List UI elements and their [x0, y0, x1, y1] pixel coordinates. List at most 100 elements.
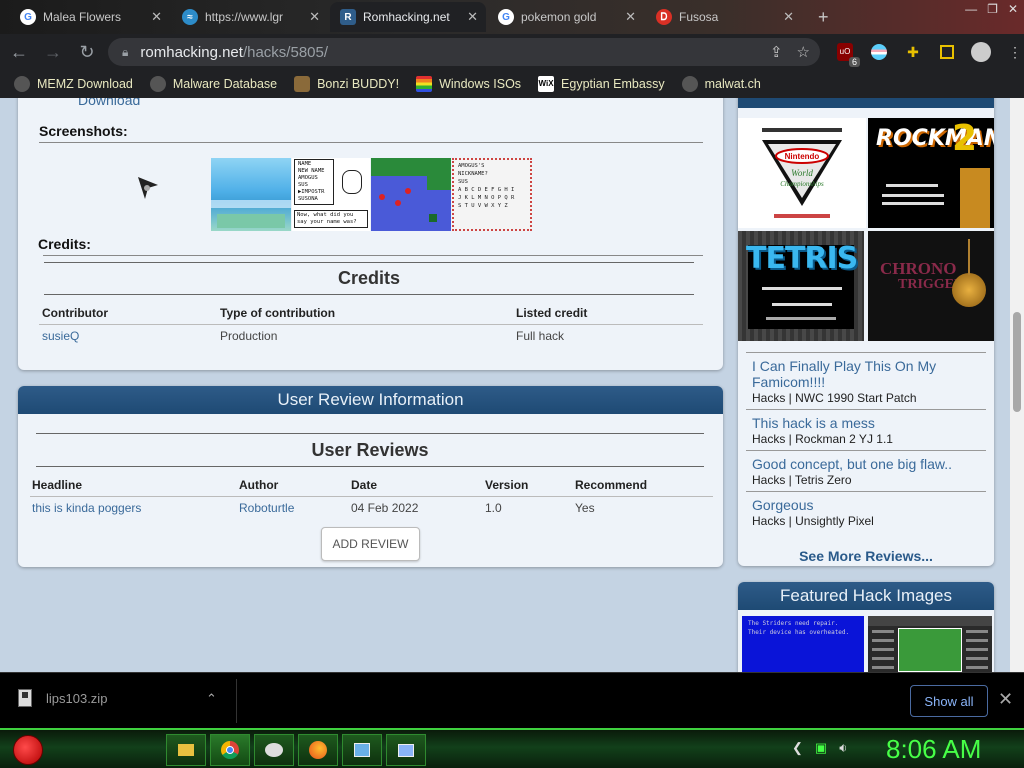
taskbar-app-icon[interactable] — [342, 734, 382, 766]
screen-text: NAME — [298, 161, 312, 167]
puzzle-extensions-icon[interactable]: ✚ — [902, 41, 924, 63]
credits-header-contributor: Contributor — [42, 306, 108, 320]
forward-icon[interactable]: → — [38, 37, 68, 67]
rockman-2-logo: 2 — [952, 118, 978, 159]
close-download-bar-icon[interactable]: ✕ — [998, 689, 1013, 710]
menu-icon[interactable]: ⋮ — [1004, 41, 1024, 63]
review-version: 1.0 — [485, 501, 502, 515]
divider — [44, 294, 694, 295]
recent-review-title-link[interactable]: I Can Finally Play This On My Famicom!!!… — [752, 358, 984, 390]
review-headline-link[interactable]: this is kinda poggers — [32, 501, 141, 515]
taskbar-clock[interactable]: 8:06 AM — [886, 734, 981, 765]
lock-icon[interactable]: 🔒︎ — [122, 45, 128, 60]
download-link[interactable]: Download — [78, 98, 140, 108]
tab-2[interactable]: ≈ https://www.lgr ✕ — [172, 2, 328, 32]
nwc-thumbnail[interactable]: Nintendo World Championships — [738, 118, 866, 228]
taskbar-explorer-icon[interactable] — [166, 734, 206, 766]
bookmark-label: malwat.ch — [704, 77, 761, 91]
minimize-icon[interactable]: — — [965, 2, 977, 16]
bookmark-bonzi[interactable]: Bonzi BUDDY! — [294, 76, 399, 92]
taskbar-firefox-icon[interactable] — [298, 734, 338, 766]
screenshot-map[interactable] — [371, 158, 451, 231]
featured-image-soccer[interactable] — [868, 616, 992, 672]
screen-text: ▶IMPOSTR — [298, 189, 325, 195]
bookmark-label: MEMZ Download — [37, 77, 133, 91]
bookmark-malware-db[interactable]: Malware Database — [149, 76, 277, 92]
tab-5[interactable]: Ꭰ Fusosa ✕ — [646, 2, 802, 32]
taskbar-chrome-icon[interactable] — [210, 734, 250, 766]
romhacking-icon: R — [340, 9, 356, 25]
credits-title: Credits — [337, 268, 400, 288]
chevron-up-icon[interactable]: ⌃ — [206, 691, 217, 707]
tray-arrow-icon[interactable]: ❮ — [792, 740, 803, 756]
site-icon: ≈ — [182, 9, 198, 25]
bookmark-star-icon[interactable]: ☆ — [797, 43, 810, 61]
tab-1[interactable]: G Malea Flowers ✕ — [10, 2, 170, 32]
scrollbar-thumb[interactable] — [1013, 312, 1021, 412]
recent-review-item: This hack is a mess Hacks | Rockman 2 YJ… — [752, 415, 984, 446]
tab-romhacking[interactable]: R Romhacking.net ✕ — [330, 2, 486, 32]
chrono-thumbnail[interactable]: CHRONO TRIGGER — [868, 231, 994, 341]
close-tab-icon[interactable]: ✕ — [783, 9, 794, 25]
google-icon: G — [498, 9, 514, 25]
google-icon: G — [20, 9, 36, 25]
close-tab-icon[interactable]: ✕ — [151, 9, 162, 25]
flag-extension-icon[interactable] — [868, 41, 890, 63]
screen-text: AMOGUS — [298, 175, 318, 181]
close-window-icon[interactable]: ✕ — [1008, 2, 1018, 16]
sidepanel-icon[interactable] — [936, 41, 958, 63]
volume-icon[interactable]: 🔉︎ — [839, 740, 847, 756]
svg-text:World: World — [791, 168, 813, 178]
close-tab-icon[interactable]: ✕ — [467, 9, 478, 25]
show-all-downloads-button[interactable]: Show all — [910, 685, 988, 717]
ublock-extension-icon[interactable]: uO 6 — [834, 41, 860, 67]
share-icon[interactable]: ⇪ — [770, 43, 783, 61]
credit-contributor-link[interactable]: susieQ — [42, 329, 79, 343]
close-tab-icon[interactable]: ✕ — [625, 9, 636, 25]
screenshot-name-entry[interactable]: NAME NEW NAME AMOGUS SUS ▶IMPOSTR SUSONA… — [292, 158, 370, 231]
tetris-thumbnail[interactable]: TETRIS — [738, 231, 864, 341]
review-date: 04 Feb 2022 — [351, 501, 419, 515]
bookmark-egyptian-embassy[interactable]: WiX Egyptian Embassy — [538, 76, 665, 92]
screen-text: S T U V W X Y Z — [458, 203, 508, 209]
download-item[interactable]: lips103.zip — [18, 689, 107, 707]
page-scrollbar[interactable] — [1010, 98, 1024, 672]
bookmark-malwatch[interactable]: malwat.ch — [681, 76, 761, 92]
new-tab-button[interactable]: + — [812, 2, 842, 32]
bookmark-memz[interactable]: MEMZ Download — [14, 76, 133, 92]
screen-text: NICKNAME? — [458, 171, 488, 177]
screenshot-beach[interactable] — [211, 158, 291, 231]
rockman-thumbnail[interactable]: ROCKMAN 2 — [868, 118, 994, 228]
start-button-angry-bird-icon[interactable] — [10, 730, 46, 768]
taskbar-window-icon[interactable] — [386, 734, 426, 766]
tab-4[interactable]: G pokemon gold ✕ — [488, 2, 644, 32]
maximize-icon[interactable]: ❐ — [987, 2, 998, 16]
reload-icon[interactable]: ↻ — [72, 37, 102, 67]
recent-review-title-link[interactable]: This hack is a mess — [752, 415, 984, 431]
bookmark-windows-isos[interactable]: Windows ISOs — [416, 76, 521, 92]
featured-image-striders[interactable]: The Striders need repair. Their device h… — [742, 616, 864, 672]
profile-avatar-icon[interactable] — [970, 41, 992, 63]
reviews-header-author: Author — [239, 478, 279, 492]
credits-header-type: Type of contribution — [220, 306, 336, 320]
back-icon[interactable]: ← — [4, 37, 34, 67]
review-author-link[interactable]: Roboturtle — [239, 501, 294, 515]
reviews-header-date: Date — [351, 478, 378, 492]
address-bar[interactable]: 🔒︎ romhacking.net/hacks/5805/ ⇪ ☆ — [108, 38, 820, 66]
add-review-button[interactable]: ADD REVIEW — [321, 527, 420, 561]
divider — [746, 450, 986, 451]
tab-title: pokemon gold — [521, 10, 597, 24]
see-more-reviews-link[interactable]: See More Reviews... — [738, 548, 994, 564]
close-tab-icon[interactable]: ✕ — [309, 9, 320, 25]
svg-text:Championships: Championships — [780, 180, 824, 188]
user-review-card: User Review Information User Reviews Hea… — [18, 386, 723, 567]
divider — [746, 409, 986, 410]
divider — [30, 496, 713, 497]
recent-review-title-link[interactable]: Gorgeous — [752, 497, 984, 513]
credits-header-listed: Listed credit — [516, 306, 588, 320]
taskbar-paint-icon[interactable] — [254, 734, 294, 766]
screenshot-nickname[interactable]: AMOGUS'S NICKNAME? SUS A B C D E F G H I… — [452, 158, 532, 231]
recent-review-title-link[interactable]: Good concept, but one big flaw.. — [752, 456, 984, 472]
network-icon[interactable]: ▣ — [815, 740, 827, 756]
recent-review-meta: Hacks | NWC 1990 Start Patch — [752, 391, 917, 405]
